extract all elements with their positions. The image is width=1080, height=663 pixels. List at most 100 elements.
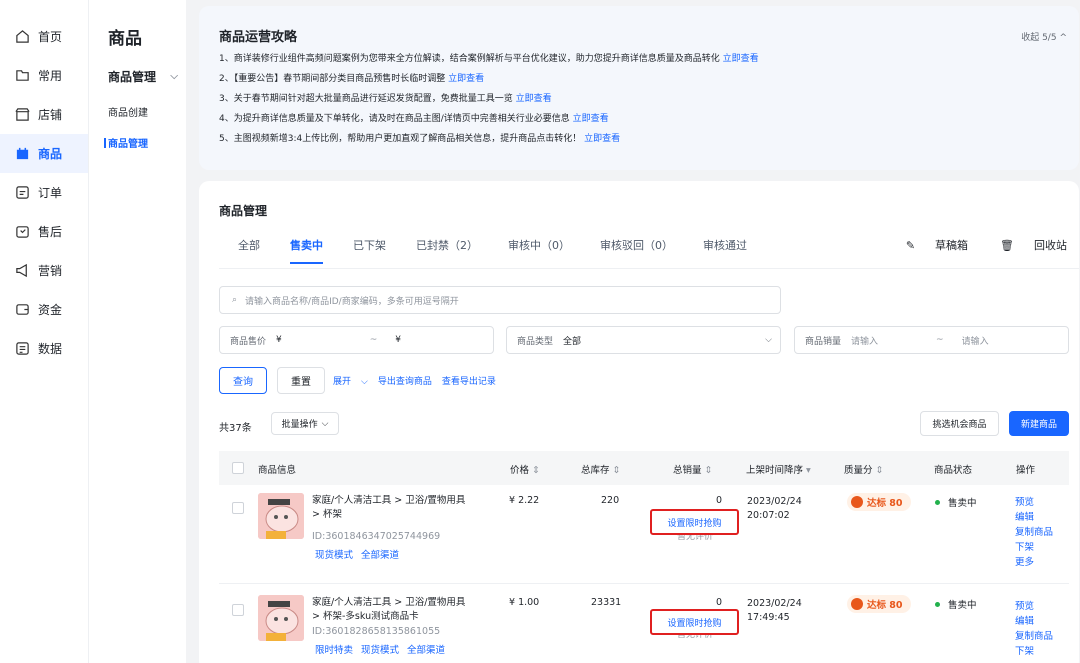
tab-actions: ✎草稿箱 🗑回收站 <box>874 237 1067 253</box>
tag: 全部渠道 <box>361 547 399 561</box>
stock-cell: 220 <box>601 495 619 506</box>
quality-icon <box>851 598 863 610</box>
status-label: 售卖中 <box>948 495 977 509</box>
tag: 现货模式 <box>361 642 399 656</box>
nav-label: 订单 <box>38 184 62 201</box>
view-now-link[interactable]: 立即查看 <box>516 94 552 104</box>
take-down-link[interactable]: 下架 <box>1015 644 1053 659</box>
sort-desc-icon: ▾ <box>806 465 811 476</box>
new-goods-button[interactable]: 新建商品 <box>1009 411 1069 436</box>
drafts-button[interactable]: ✎草稿箱 <box>890 237 968 253</box>
goods-type-select[interactable]: 商品类型 全部 ⌵ <box>506 326 781 354</box>
tab-rejected[interactable]: 审核驳回（0） <box>600 237 673 267</box>
sales-range-field[interactable]: 商品销量 请输入 ~ 请输入 <box>794 326 1069 354</box>
row-checkbox[interactable] <box>232 502 244 514</box>
nav-item-order[interactable]: 订单 <box>0 173 88 212</box>
view-now-link[interactable]: 立即查看 <box>448 74 484 84</box>
th-sales[interactable]: 总销量 ⇕ <box>673 462 713 476</box>
listed-time-cell: 2023/02/2417:49:45 <box>747 597 802 625</box>
copy-link[interactable]: 复制商品 <box>1015 525 1053 540</box>
nav-item-goods[interactable]: 商品 <box>0 134 88 173</box>
announcement-card: 商品运营攻略 收起 5/5 ^ 1、商详装修行业组件高频问题案例为您带来全方位解… <box>199 6 1079 170</box>
folder-icon <box>14 68 30 84</box>
edit-link[interactable]: 编辑 <box>1015 510 1053 525</box>
export-link[interactable]: 导出查询商品 <box>378 374 432 387</box>
goods-icon <box>14 146 30 162</box>
nav-item-funds[interactable]: 资金 <box>0 290 88 329</box>
search-input[interactable]: ⌕ 请输入商品名称/商品ID/商家编码，多条可用逗号隔开 <box>219 286 781 314</box>
nav-item-marketing[interactable]: 营销 <box>0 251 88 290</box>
more-link[interactable]: 更多 <box>1015 555 1053 570</box>
subnav-item-manage[interactable]: 商品管理 <box>104 135 148 150</box>
nav-item-common[interactable]: 常用 <box>0 56 88 95</box>
view-now-link[interactable]: 立即查看 <box>584 134 620 144</box>
view-now-link[interactable]: 立即查看 <box>573 114 609 124</box>
product-thumbnail[interactable] <box>258 493 304 539</box>
nav-label: 商品 <box>38 145 62 162</box>
price-range-field[interactable]: 商品售价 ¥ ~ ¥ <box>219 326 494 354</box>
announcement-text: 4、为提升商详信息质量及下单转化，请及时在商品主图/详情页中完善相关行业必要信息 <box>219 114 570 124</box>
nav-label: 常用 <box>38 67 62 84</box>
range-separator: ~ <box>936 335 944 345</box>
expand-label: 展开 <box>333 377 351 387</box>
price-cell: ¥ 2.22 <box>509 495 539 506</box>
nav-item-aftersale[interactable]: 售后 <box>0 212 88 251</box>
reset-button[interactable]: 重置 <box>277 367 325 394</box>
preview-link[interactable]: 预览 <box>1015 599 1053 614</box>
nav-item-data[interactable]: 数据 <box>0 329 88 368</box>
collapse-button[interactable]: 收起 5/5 ^ <box>1021 30 1067 43</box>
tag: 现货模式 <box>315 547 353 561</box>
sort-icon: ⇕ <box>613 465 621 476</box>
expand-link[interactable]: 展开⌵ <box>333 374 368 387</box>
recycle-button[interactable]: 🗑回收站 <box>984 237 1067 253</box>
batch-label: 批量操作 <box>282 417 318 430</box>
product-name[interactable]: 家庭/个人清洁工具 > 卫浴/置物用具 > 杯架 <box>312 494 472 522</box>
recycle-label: 回收站 <box>1034 237 1067 253</box>
nav-item-store[interactable]: 店铺 <box>0 95 88 134</box>
status-dot <box>935 500 940 505</box>
announcement-row: 4、为提升商详信息质量及下单转化，请及时在商品主图/详情页中完善相关行业必要信息… <box>219 112 759 132</box>
listed-date: 2023/02/24 <box>747 597 802 611</box>
product-thumbnail[interactable] <box>258 595 304 641</box>
edit-link[interactable]: 编辑 <box>1015 614 1053 629</box>
select-all-checkbox[interactable] <box>232 462 244 474</box>
tab-approved[interactable]: 审核通过 <box>703 237 747 267</box>
batch-action-button[interactable]: 批量操作⌵ <box>271 412 339 435</box>
price-min-currency: ¥ <box>276 335 282 345</box>
product-name[interactable]: 家庭/个人清洁工具 > 卫浴/置物用具 > 杯架-多sku测试商品卡 <box>312 596 472 624</box>
query-button[interactable]: 查询 <box>219 367 267 394</box>
row-checkbox[interactable] <box>232 604 244 616</box>
set-flash-sale-button[interactable]: 设置限时抢购 <box>650 509 739 535</box>
th-quality-label: 质量分 <box>844 465 873 476</box>
nav-label: 资金 <box>38 301 62 318</box>
tab-on-sale[interactable]: 售卖中 <box>290 237 323 267</box>
take-down-link[interactable]: 下架 <box>1015 540 1053 555</box>
copy-link[interactable]: 复制商品 <box>1015 629 1053 644</box>
preview-link[interactable]: 预览 <box>1015 495 1053 510</box>
view-now-link[interactable]: 立即查看 <box>723 54 759 64</box>
th-stock[interactable]: 总库存 ⇕ <box>581 462 621 476</box>
megaphone-icon <box>14 263 30 279</box>
chevron-down-icon: ⌵ <box>765 335 772 345</box>
announcement-text: 3、关于春节期间针对超大批量商品进行延迟发货配置，免费批量工具一览 <box>219 94 513 104</box>
th-price[interactable]: 价格 ⇕ <box>510 462 540 476</box>
th-quality: 质量分 ⇕ <box>844 462 884 476</box>
nav-item-home[interactable]: 首页 <box>0 17 88 56</box>
tab-all[interactable]: 全部 <box>238 237 260 267</box>
subnav-item-create[interactable]: 商品创建 <box>108 104 148 119</box>
sales-label: 商品销量 <box>805 334 841 347</box>
subnav-group-label: 商品管理 <box>108 68 156 85</box>
set-flash-sale-button[interactable]: 设置限时抢购 <box>650 609 739 635</box>
tab-off-shelf[interactable]: 已下架 <box>353 237 386 267</box>
home-icon <box>14 29 30 45</box>
export-log-link[interactable]: 查看导出记录 <box>442 374 496 387</box>
announcement-row: 3、关于春节期间针对超大批量商品进行延迟发货配置，免费批量工具一览 立即查看 <box>219 92 759 112</box>
th-listed-time[interactable]: 上架时间降序 ▾ <box>746 462 811 476</box>
search-icon: ⌕ <box>232 295 237 305</box>
announcement-row: 5、主图视频新增3:4上传比例，帮助用户更加直观了解商品相关信息，提升商品点击转… <box>219 132 759 152</box>
table-row: 家庭/个人清洁工具 > 卫浴/置物用具 > 杯架-多sku测试商品卡 ID:36… <box>219 589 1069 663</box>
pick-opportunity-button[interactable]: 挑选机会商品 <box>920 411 999 436</box>
tab-reviewing[interactable]: 审核中（0） <box>508 237 570 267</box>
subnav-group-goods-manage[interactable]: 商品管理⌵ <box>108 68 178 85</box>
tab-banned[interactable]: 已封禁（2） <box>416 237 478 267</box>
